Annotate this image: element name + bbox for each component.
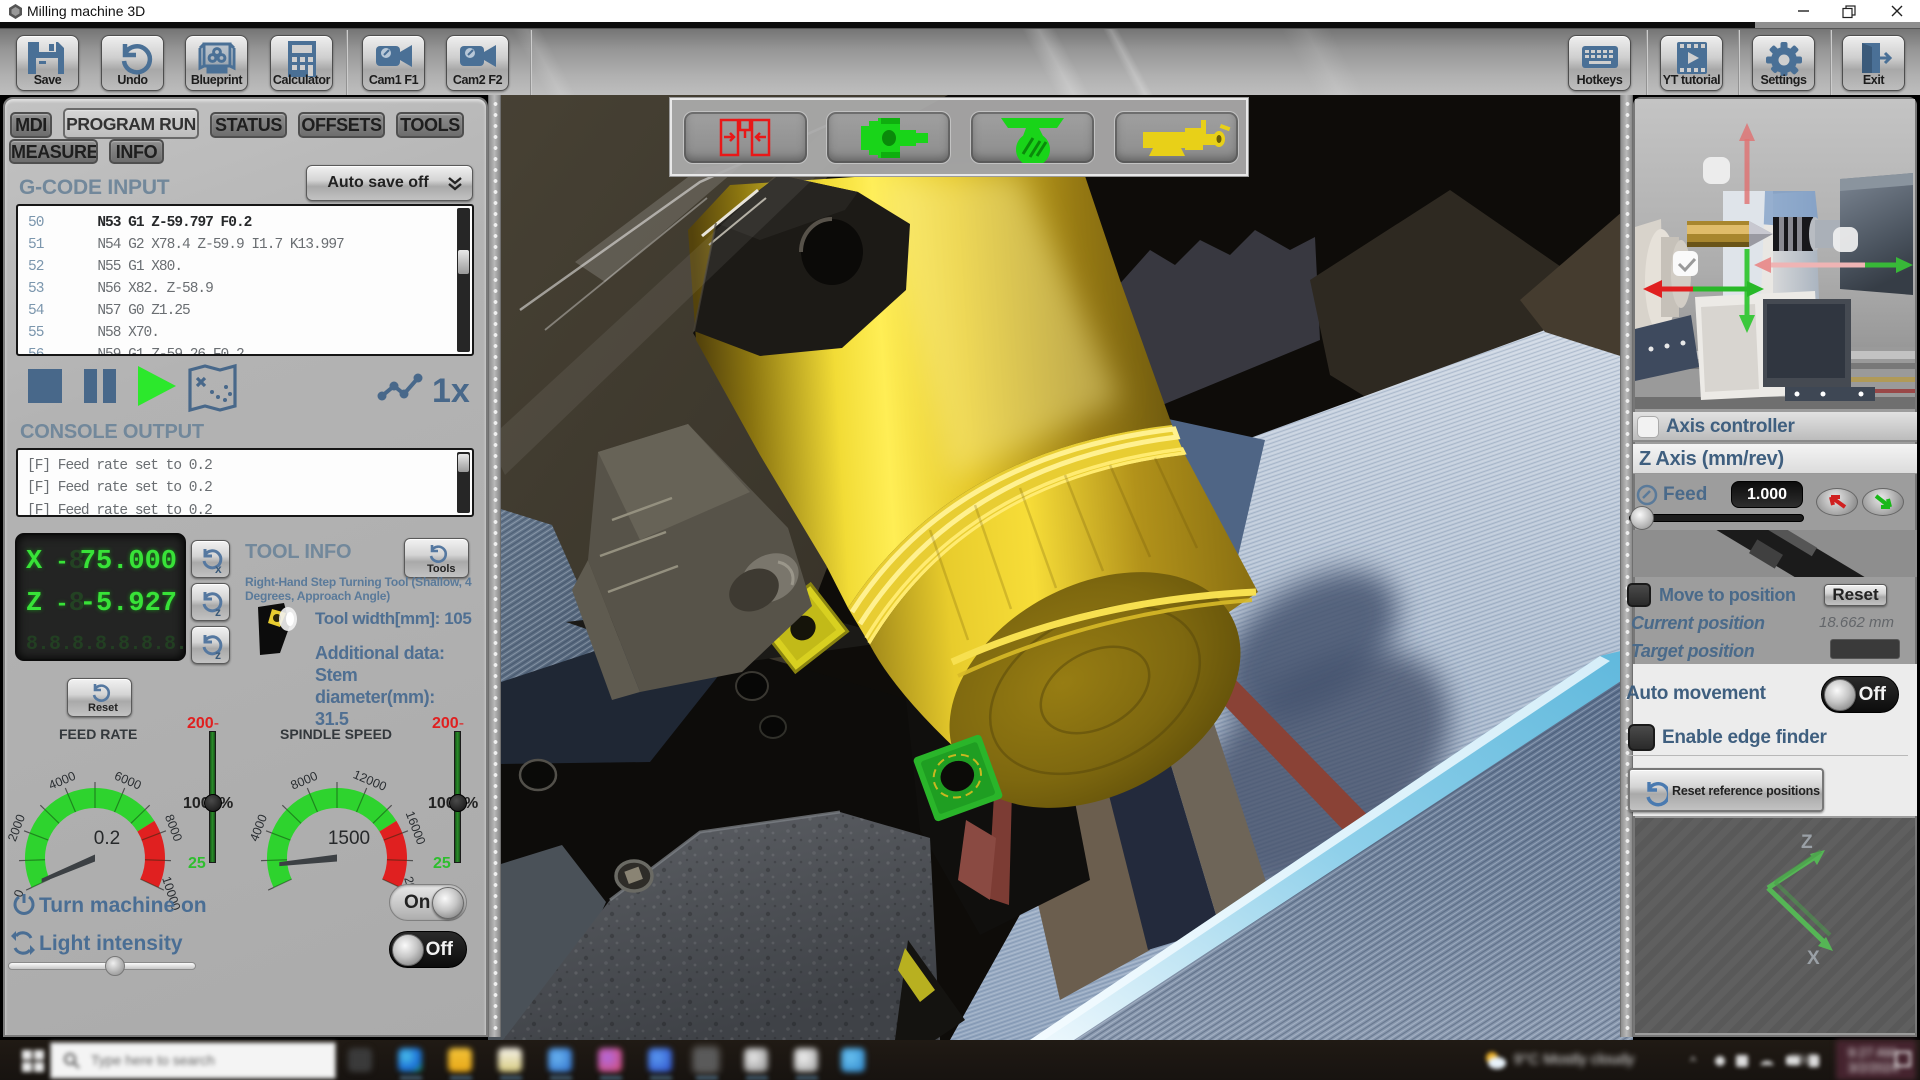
svg-text:z: z <box>215 648 221 662</box>
svg-text:8000: 8000 <box>289 769 320 793</box>
svg-text:X: X <box>1807 948 1820 969</box>
svg-text:2000: 2000 <box>5 812 28 843</box>
svg-text:8000: 8000 <box>162 812 185 843</box>
svg-text:1500: 1500 <box>328 828 370 849</box>
svg-text:Tools: Tools <box>427 563 456 575</box>
svg-text:Reset: Reset <box>88 702 118 714</box>
svg-text:1x: 1x <box>432 372 470 410</box>
svg-text:x: x <box>215 562 222 576</box>
svg-text:12000: 12000 <box>351 767 389 793</box>
svg-text:z: z <box>215 605 221 619</box>
svg-text:6000: 6000 <box>112 769 143 793</box>
svg-text:4000: 4000 <box>247 812 270 843</box>
svg-text:0.2: 0.2 <box>94 828 120 849</box>
svg-text:16000: 16000 <box>403 809 429 847</box>
svg-text:Z: Z <box>1801 832 1813 853</box>
svg-text:4000: 4000 <box>47 769 78 793</box>
